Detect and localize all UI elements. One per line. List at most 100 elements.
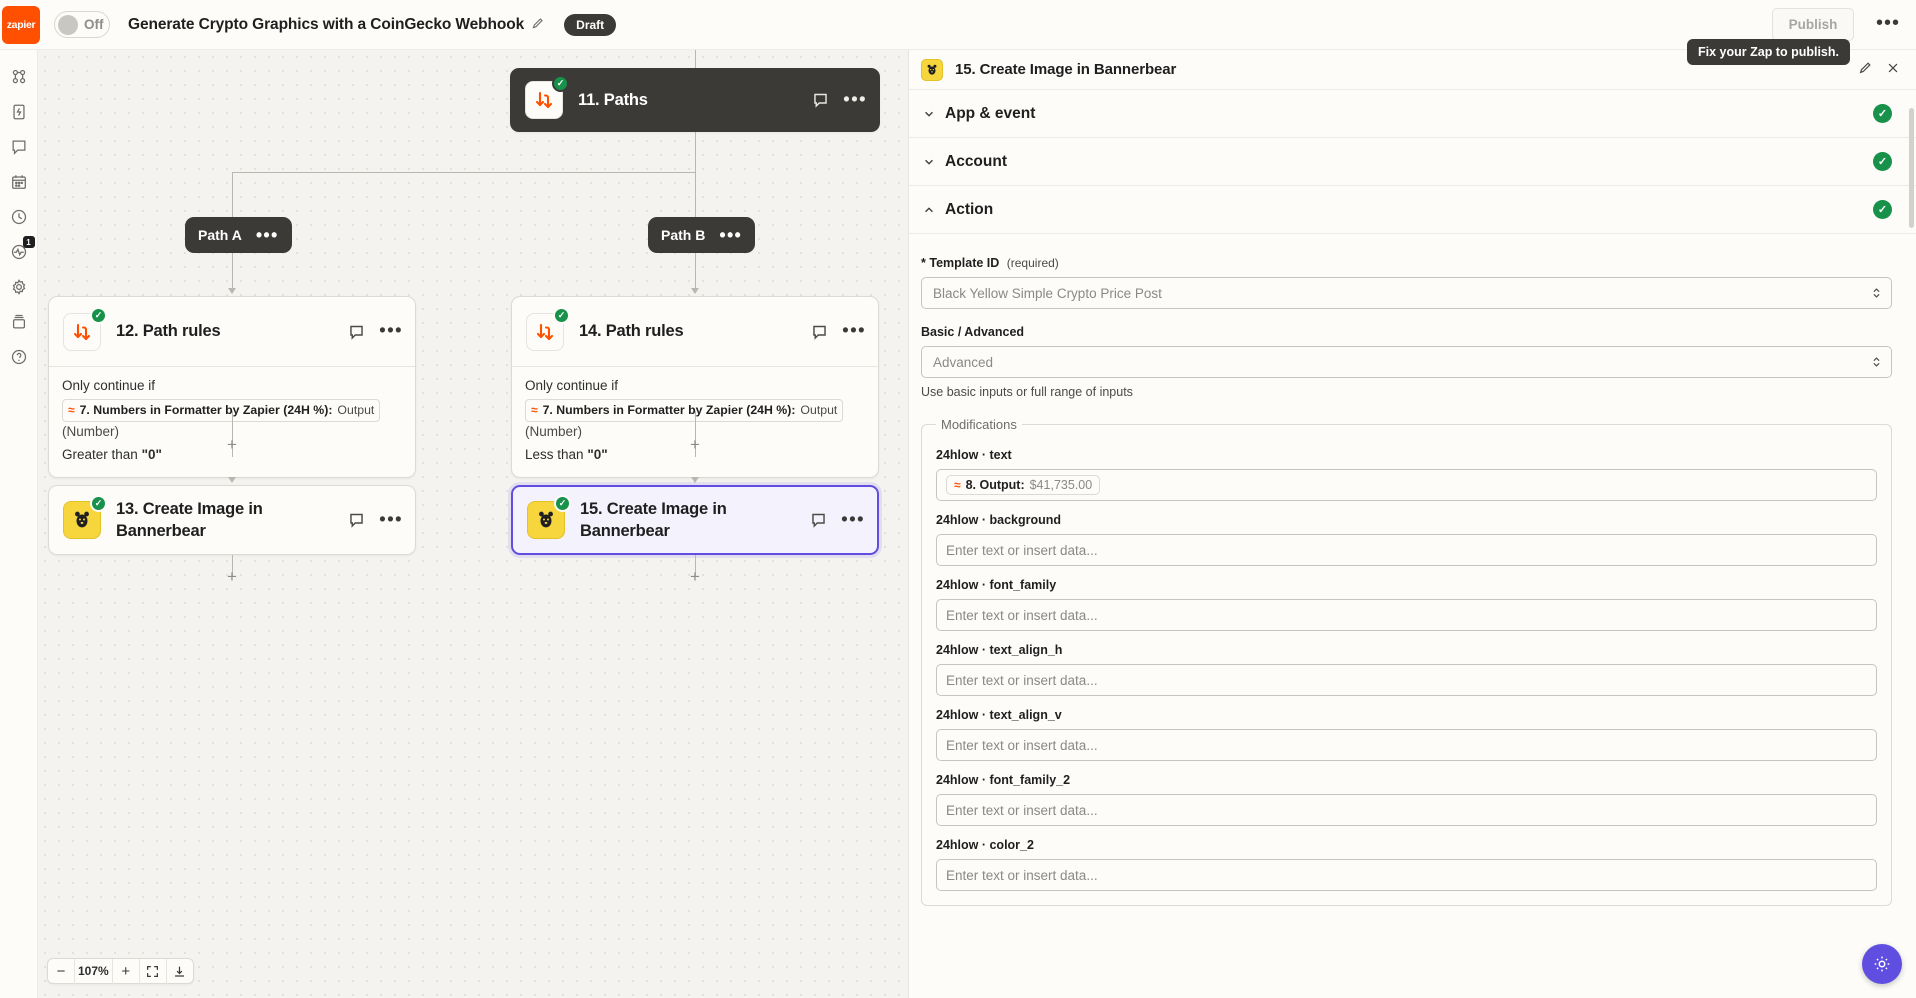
zapier-logo[interactable]: zapier <box>2 6 40 44</box>
node-icon-wrapper: ✓ <box>63 501 101 539</box>
field-24hlow-text: 24hlow · text ≈ 8. Output: $41,735.00 <box>936 448 1877 501</box>
zap-title: Generate Crypto Graphics with a CoinGeck… <box>128 16 524 34</box>
data-token-pill[interactable]: ≈ 8. Output: $41,735.00 <box>946 475 1100 495</box>
24hlow-text-align-h-input[interactable]: Enter text or insert data... <box>936 664 1877 696</box>
schedule-icon[interactable] <box>4 167 34 197</box>
canvas-node-create-image-15[interactable]: ✓ 15. Create Image in Bannerbear ••• <box>511 485 879 555</box>
node-status-check-icon: ✓ <box>90 495 107 512</box>
field-24hlow-text-align-h: 24hlow · text_align_h Enter text or inse… <box>936 643 1877 696</box>
ellipsis-icon[interactable]: ••• <box>842 326 866 338</box>
section-account[interactable]: Account ✓ <box>909 138 1916 186</box>
canvas-node-paths[interactable]: ✓ 11. Paths ••• <box>510 68 880 132</box>
field-label: 24hlow · font_family_2 <box>936 773 1877 787</box>
toggle-state-label: Off <box>84 17 104 32</box>
add-step-button[interactable]: + <box>227 437 237 452</box>
ellipsis-icon[interactable]: ••• <box>841 514 865 526</box>
ellipsis-icon[interactable]: ••• <box>256 229 279 241</box>
field-24hlow-color-2: 24hlow · color_2 Enter text or insert da… <box>936 838 1877 891</box>
zap-on-off-toggle[interactable]: Off <box>54 11 110 38</box>
connector-line <box>232 253 233 293</box>
path-b-label: Path B <box>661 227 705 243</box>
publish-button[interactable]: Publish <box>1772 8 1854 41</box>
section-status-check-icon: ✓ <box>1873 200 1892 219</box>
section-status-check-icon: ✓ <box>1873 104 1892 123</box>
24hlow-color-2-input[interactable]: Enter text or insert data... <box>936 859 1877 891</box>
settings-icon[interactable] <box>4 272 34 302</box>
flow-editor-icon[interactable] <box>4 62 34 92</box>
note-icon[interactable] <box>810 512 827 529</box>
canvas-zoom-controls[interactable]: − 107% + <box>47 958 194 984</box>
toggle-knob <box>58 15 78 35</box>
label-text: Template ID <box>929 256 999 270</box>
node-status-check-icon: ✓ <box>554 495 571 512</box>
24hlow-text-align-v-input[interactable]: Enter text or insert data... <box>936 729 1877 761</box>
basic-advanced-select[interactable]: Advanced <box>921 346 1892 378</box>
zap-canvas[interactable]: ✓ 11. Paths ••• Path A ••• Path B ••• <box>38 50 908 998</box>
bannerbear-icon <box>921 59 943 81</box>
rules-header: ✓ 14. Path rules ••• <box>512 297 878 366</box>
field-basic-advanced: Basic / Advanced Advanced Use basic inpu… <box>921 325 1892 399</box>
note-icon[interactable] <box>348 323 365 340</box>
template-id-value: Black Yellow Simple Crypto Price Post <box>933 286 1162 301</box>
ellipsis-icon[interactable]: ••• <box>379 514 403 526</box>
template-id-select[interactable]: Black Yellow Simple Crypto Price Post <box>921 277 1892 309</box>
fit-to-screen-icon[interactable] <box>140 959 166 984</box>
field-24hlow-text-align-v: 24hlow · text_align_v Enter text or inse… <box>936 708 1877 761</box>
zoom-in-button[interactable]: + <box>113 959 139 984</box>
rules-header: ✓ 12. Path rules ••• <box>49 297 415 366</box>
activity-badge-count: 1 <box>23 236 35 248</box>
add-step-button[interactable]: + <box>690 569 700 584</box>
field-label: 24hlow · background <box>936 513 1877 527</box>
24hlow-font-family-input[interactable]: Enter text or insert data... <box>936 599 1877 631</box>
canvas-node-create-image-13[interactable]: ✓ 13. Create Image in Bannerbear ••• <box>48 485 416 555</box>
zoom-out-button[interactable]: − <box>48 959 74 984</box>
publish-tooltip: Fix your Zap to publish. <box>1687 39 1850 65</box>
section-action[interactable]: Action ✓ <box>909 186 1916 234</box>
connector-line <box>232 172 696 173</box>
connector-arrow <box>228 477 236 483</box>
node-actions: ••• <box>812 92 867 109</box>
24hlow-text-input[interactable]: ≈ 8. Output: $41,735.00 <box>936 469 1877 501</box>
ellipsis-icon[interactable]: ••• <box>843 94 867 106</box>
ellipsis-icon[interactable]: ••• <box>379 326 403 338</box>
download-icon[interactable] <box>167 959 193 984</box>
field-label: * Template ID (required) <box>921 256 1892 270</box>
field-label: 24hlow · font_family <box>936 578 1877 592</box>
rules-operator: Less than <box>525 447 584 462</box>
24hlow-font-family-2-input[interactable]: Enter text or insert data... <box>936 794 1877 826</box>
note-icon[interactable] <box>812 92 829 109</box>
help-icon[interactable] <box>4 342 34 372</box>
note-icon[interactable] <box>348 512 365 529</box>
basic-advanced-value: Advanced <box>933 355 993 370</box>
section-app-and-event[interactable]: App & event ✓ <box>909 90 1916 138</box>
path-b-label-pill[interactable]: Path B ••• <box>648 217 755 253</box>
add-step-button[interactable]: + <box>690 437 700 452</box>
path-a-label-pill[interactable]: Path A ••• <box>185 217 292 253</box>
drafts-icon[interactable] <box>4 97 34 127</box>
field-helper-text: Use basic inputs or full range of inputs <box>921 385 1892 399</box>
rules-operator-value: "0" <box>587 447 607 462</box>
ellipsis-icon[interactable]: ••• <box>1876 13 1900 33</box>
add-step-button[interactable]: + <box>227 569 237 584</box>
formatter-icon: ≈ <box>68 401 75 420</box>
help-chat-icon[interactable] <box>1862 944 1902 984</box>
pencil-icon[interactable] <box>531 17 544 33</box>
formatter-icon: ≈ <box>531 401 538 420</box>
rules-field-token[interactable]: ≈ 7. Numbers in Formatter by Zapier (24H… <box>62 399 380 422</box>
close-icon[interactable] <box>1886 61 1900 78</box>
history-icon[interactable] <box>4 202 34 232</box>
rules-field-token[interactable]: ≈ 7. Numbers in Formatter by Zapier (24H… <box>525 399 843 422</box>
field-template-id: * Template ID (required) Black Yellow Si… <box>921 256 1892 309</box>
note-icon[interactable] <box>811 323 828 340</box>
activity-icon[interactable]: 1 <box>4 237 34 267</box>
versions-icon[interactable] <box>4 307 34 337</box>
node-title: 14. Path rules <box>579 320 684 342</box>
node-icon-wrapper: ✓ <box>526 313 564 351</box>
connector-arrow <box>691 288 699 294</box>
ellipsis-icon[interactable]: ••• <box>719 229 742 241</box>
24hlow-background-input[interactable]: Enter text or insert data... <box>936 534 1877 566</box>
pencil-icon[interactable] <box>1858 61 1872 78</box>
comments-icon[interactable] <box>4 132 34 162</box>
node-actions: ••• <box>810 512 865 529</box>
panel-scrollbar[interactable] <box>1909 108 1914 228</box>
